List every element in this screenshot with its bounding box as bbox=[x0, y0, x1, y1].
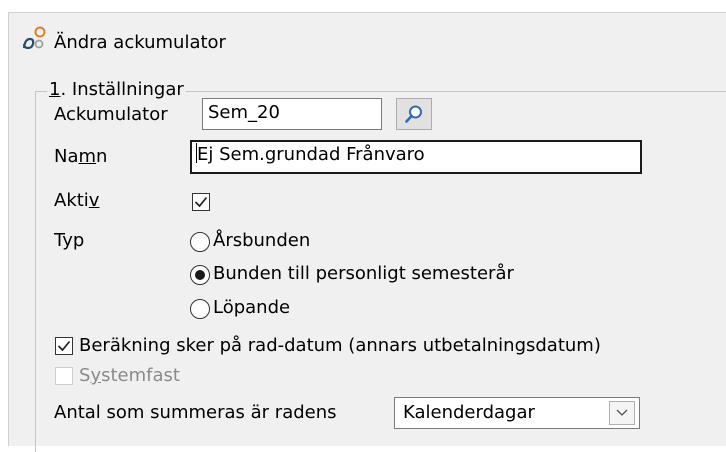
ackumulator-value: Sem_20 bbox=[208, 102, 280, 123]
radio-bunden-personligt-label[interactable]: Bunden till personligt semesterår bbox=[213, 262, 514, 286]
legend-text: . Inställningar bbox=[60, 79, 184, 100]
antal-select[interactable]: Kalenderdagar bbox=[394, 397, 640, 429]
radio-selected-dot bbox=[195, 270, 205, 280]
radio-lopande-label[interactable]: Löpande bbox=[213, 296, 290, 320]
antal-select-value: Kalenderdagar bbox=[403, 402, 535, 423]
accumulator-icon bbox=[20, 24, 48, 52]
search-icon bbox=[405, 105, 422, 123]
dropdown-button[interactable] bbox=[609, 401, 635, 425]
namn-label: Namn bbox=[54, 146, 108, 167]
ackumulator-label: Ackumulator bbox=[54, 104, 168, 125]
checkmark-icon bbox=[57, 340, 71, 352]
aktiv-checkbox[interactable] bbox=[192, 193, 210, 211]
legend-mnemonic: 1 bbox=[49, 79, 61, 100]
radio-arsbunden-label[interactable]: Årsbunden bbox=[213, 229, 310, 253]
berakning-checkbox[interactable] bbox=[55, 337, 73, 355]
radio-lopande[interactable] bbox=[190, 299, 210, 319]
namn-input[interactable]: Ej Sem.grundad Frånvaro bbox=[190, 140, 642, 174]
checkmark-icon bbox=[194, 196, 208, 208]
aktiv-label: Aktiv bbox=[54, 190, 100, 211]
namn-value: Ej Sem.grundad Frånvaro bbox=[197, 144, 425, 165]
ackumulator-input[interactable]: Sem_20 bbox=[202, 98, 382, 130]
radio-bunden-personligt[interactable] bbox=[190, 265, 210, 285]
radio-arsbunden[interactable] bbox=[190, 232, 210, 252]
antal-label: Antal som summeras är radens bbox=[54, 402, 337, 423]
ackumulator-search-button[interactable] bbox=[396, 98, 432, 130]
group-legend: 1. Inställningar bbox=[47, 78, 186, 102]
chevron-down-icon bbox=[616, 409, 628, 416]
systemfast-checkbox[interactable] bbox=[55, 367, 73, 385]
typ-label: Typ bbox=[54, 230, 85, 251]
systemfast-label: Systemfast bbox=[79, 365, 180, 386]
berakning-label[interactable]: Beräkning sker på rad-datum (annars utbe… bbox=[79, 334, 601, 358]
dialog-title: Ändra ackumulator bbox=[54, 32, 226, 53]
